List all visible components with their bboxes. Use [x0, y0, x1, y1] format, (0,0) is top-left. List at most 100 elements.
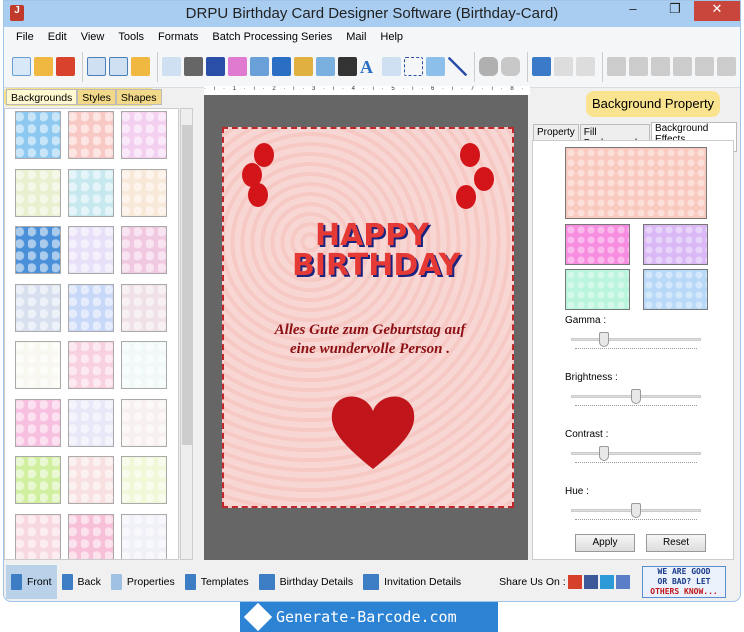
page-setup-icon[interactable]: [162, 57, 181, 76]
background-thumbnail[interactable]: [121, 513, 167, 559]
tab-styles[interactable]: Styles: [77, 89, 116, 105]
slider-knob[interactable]: [598, 446, 609, 461]
feedback-button[interactable]: WE ARE GOOD OR BAD? LET OTHERS KNOW...: [642, 566, 726, 598]
line-icon[interactable]: [448, 57, 467, 76]
clipboard-icon[interactable]: [228, 57, 247, 76]
export-icon[interactable]: [131, 57, 150, 76]
minimize-button[interactable]: ‒: [618, 1, 648, 21]
tab-shapes[interactable]: Shapes: [115, 89, 162, 105]
maximize-button[interactable]: ❐: [660, 1, 690, 21]
background-thumbnail[interactable]: [15, 456, 61, 504]
wordart-icon[interactable]: [316, 57, 335, 76]
front-button[interactable]: Front: [6, 565, 57, 599]
background-thumbnail[interactable]: [68, 226, 114, 274]
background-thumbnail[interactable]: [121, 341, 167, 389]
align-icon[interactable]: [695, 57, 714, 76]
shapes-icon[interactable]: [294, 57, 313, 76]
arrow-left-icon[interactable]: [607, 57, 626, 76]
menu-mail[interactable]: Mail: [346, 31, 366, 43]
background-thumbnail[interactable]: [121, 398, 167, 447]
close-file-icon[interactable]: [56, 57, 75, 76]
arrow-up-icon[interactable]: [673, 57, 692, 76]
swatch-green[interactable]: [565, 269, 630, 310]
contrast-slider[interactable]: [571, 446, 701, 466]
save-icon[interactable]: [87, 57, 106, 76]
twitter-icon[interactable]: [599, 575, 614, 589]
swatch-purple[interactable]: [643, 224, 708, 265]
slider-knob[interactable]: [598, 332, 609, 347]
menu-edit[interactable]: Edit: [48, 31, 67, 43]
text-box-icon[interactable]: [382, 57, 401, 76]
new-icon[interactable]: [12, 57, 31, 76]
properties-button[interactable]: Properties: [106, 565, 180, 599]
arrow-down-icon[interactable]: [717, 57, 736, 76]
background-thumbnail[interactable]: [68, 456, 114, 504]
text-icon[interactable]: A: [360, 57, 379, 77]
gamma-slider[interactable]: [571, 332, 701, 352]
birthday-details-button[interactable]: Birthday Details: [254, 565, 359, 599]
invitation-details-button[interactable]: Invitation Details: [358, 565, 466, 599]
mail-icon[interactable]: [426, 57, 445, 76]
arrow-right-icon[interactable]: [651, 57, 670, 76]
brightness-slider[interactable]: [571, 389, 701, 409]
background-thumbnail[interactable]: [15, 111, 61, 159]
facebook-icon[interactable]: [583, 575, 598, 589]
google-plus-icon[interactable]: [567, 575, 582, 589]
save-as-icon[interactable]: [109, 57, 128, 76]
generate-barcode-banner[interactable]: Generate-Barcode.com: [240, 602, 498, 632]
signature-icon[interactable]: [404, 57, 423, 76]
reset-button[interactable]: Reset: [646, 534, 706, 552]
happy-birthday-graphic[interactable]: HAPPY BIRTHDAY: [292, 221, 460, 281]
menu-view[interactable]: View: [81, 31, 105, 43]
background-thumbnail[interactable]: [68, 168, 114, 217]
apply-button[interactable]: Apply: [575, 534, 635, 552]
database-settings-icon[interactable]: [501, 57, 520, 76]
background-thumbnail[interactable]: [121, 283, 167, 332]
slider-knob[interactable]: [631, 503, 641, 518]
copy-icon[interactable]: [206, 57, 225, 76]
database-icon[interactable]: [479, 57, 498, 76]
background-thumbnail[interactable]: [121, 456, 167, 504]
tab-backgrounds[interactable]: Backgrounds: [6, 89, 78, 105]
swatch-blue[interactable]: [643, 269, 708, 310]
background-thumbnail[interactable]: [121, 226, 167, 274]
background-thumbnail[interactable]: [68, 111, 114, 159]
back-button[interactable]: Back: [57, 565, 106, 599]
lock-icon[interactable]: [554, 57, 573, 76]
print-icon[interactable]: [184, 57, 203, 76]
slider-knob[interactable]: [631, 389, 641, 404]
pen-icon[interactable]: [272, 57, 291, 76]
background-thumbnail[interactable]: [15, 283, 61, 332]
rose-heart-image[interactable]: [328, 391, 418, 471]
background-thumbnail[interactable]: [15, 513, 61, 559]
background-thumbnail[interactable]: [68, 341, 114, 389]
background-thumbnail[interactable]: [15, 168, 61, 217]
background-thumbnail[interactable]: [15, 226, 61, 274]
birthday-card[interactable]: HAPPY BIRTHDAY Alles Gute zum Geburtstag…: [222, 127, 514, 508]
background-thumbnail[interactable]: [121, 111, 167, 159]
background-thumbnail[interactable]: [68, 513, 114, 559]
templates-button[interactable]: Templates: [180, 565, 254, 599]
background-thumbnail[interactable]: [121, 168, 167, 217]
barcode-icon[interactable]: [338, 57, 357, 76]
close-button[interactable]: ✕: [694, 1, 740, 21]
menu-tools[interactable]: Tools: [118, 31, 144, 43]
background-thumbnail[interactable]: [15, 398, 61, 447]
menu-file[interactable]: File: [16, 31, 34, 43]
like-icon[interactable]: [615, 575, 630, 589]
edit-icon[interactable]: [532, 57, 551, 76]
background-thumbnail[interactable]: [15, 341, 61, 389]
flip-icon[interactable]: [629, 57, 648, 76]
image-icon[interactable]: [250, 57, 269, 76]
open-icon[interactable]: [34, 57, 53, 76]
menu-help[interactable]: Help: [380, 31, 403, 43]
menu-batch-processing[interactable]: Batch Processing Series: [212, 31, 332, 43]
swatch-pink[interactable]: [565, 224, 630, 265]
background-thumbnail[interactable]: [68, 398, 114, 447]
hue-slider[interactable]: [571, 503, 701, 523]
thumbnail-scrollbar[interactable]: [180, 108, 193, 560]
menu-formats[interactable]: Formats: [158, 31, 198, 43]
background-thumbnail[interactable]: [68, 283, 114, 332]
card-message[interactable]: Alles Gute zum Geburtstag auf eine wunder…: [234, 321, 506, 359]
unlock-icon[interactable]: [576, 57, 595, 76]
